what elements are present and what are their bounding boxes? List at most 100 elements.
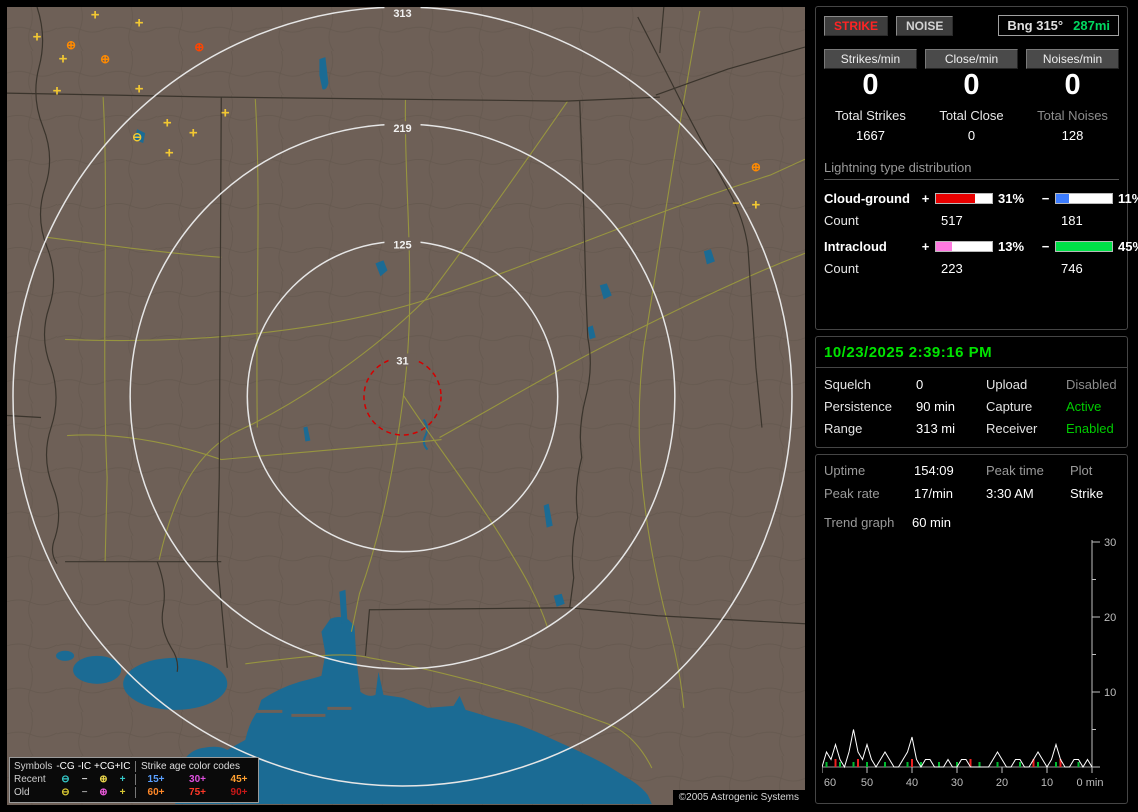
receiver-label: Receiver [986,421,1066,436]
map-canvas: 313 219 125 31 ++++⊕⊕⊕++++⊖++⊕+− [7,7,805,805]
legend-old-label: Old [14,787,56,798]
cg-plus-count: 517 [935,213,993,228]
ic-minus-count: 746 [1055,261,1113,276]
uptime-label: Uptime [824,463,914,478]
legend-col-ic-minus: -IC [75,761,94,772]
ring-label-125: 125 [393,239,411,251]
legend-col-cg-plus: +CG [94,761,113,772]
x-tick-20: 20 [996,777,1008,789]
ring-label-31: 31 [396,355,408,367]
cg-minus-bar [1055,193,1113,204]
trend-graph-canvas: 30 20 10 60 50 40 30 20 10 0 min [822,536,1124,798]
age-30: 30+ [183,774,213,785]
noises-per-min-value: 0 [1026,70,1119,102]
strikes-per-min-counter: Strikes/min 0 [824,49,917,102]
total-noises-label: Total Noises [1026,108,1119,123]
cg-plus-sign: + [919,191,932,206]
distribution-title: Lightning type distribution [824,160,1119,180]
upload-value: Disabled [1066,377,1119,392]
strikes-per-min-button[interactable]: Strikes/min [824,49,917,69]
strike-symbol: ⊕ [751,160,761,174]
peak-rate-label: Peak rate [824,486,914,501]
strike-symbol: ⊕ [100,52,110,66]
receiver-value: Enabled [1066,421,1119,436]
intracloud-count-row: Count 223 746 [824,261,1119,276]
strikes-per-min-value: 0 [824,70,917,102]
y-tick-30: 30 [1104,537,1116,549]
old-cg-plus-icon: ⊕ [94,787,113,798]
total-strikes-value: 1667 [824,128,917,143]
trend-graph-header: Trend graph 60 min [822,515,1123,530]
intracloud-label: Intracloud [824,239,916,254]
strike-symbol: + [752,197,761,214]
plot-label: Plot [1070,463,1123,478]
trend-graph-label: Trend graph [824,515,894,530]
legend-symbols-header: Symbols [14,761,56,772]
recent-ic-minus-icon: − [75,774,94,785]
bearing-label: Bng 315° [1007,18,1063,33]
trend-graph: 30 20 10 60 50 40 30 20 10 0 min [822,536,1123,801]
noises-per-min-counter: Noises/min 0 [1026,49,1119,102]
noises-per-min-button[interactable]: Noises/min [1026,49,1119,69]
total-strikes-label: Total Strikes [824,108,917,123]
close-per-min-value: 0 [925,70,1018,102]
x-tick-40: 40 [906,777,918,789]
cloud-ground-label: Cloud-ground [824,191,916,206]
old-ic-plus-icon: + [113,787,132,798]
total-strikes: Total Strikes 1667 [824,108,917,143]
ring-label-219: 219 [393,123,411,135]
x-tick-50: 50 [861,777,873,789]
age-75: 75+ [183,787,213,798]
lightning-map[interactable]: 313 219 125 31 ++++⊕⊕⊕++++⊖++⊕+− Symbols… [7,7,805,805]
trend-strike-marks [827,759,1079,767]
peak-time-value: 3:30 AM [986,486,1070,501]
trend-panel: Uptime 154:09 Peak time Plot Peak rate 1… [815,454,1128,804]
old-ic-minus-icon: − [75,787,94,798]
cg-plus-percent: 31% [996,191,1036,206]
old-cg-minus-icon: ⊖ [56,787,75,798]
age-15: 15+ [141,774,171,785]
cg-plus-bar [935,193,993,204]
trend-window-value: 60 min [912,515,951,530]
recent-ic-plus-icon: + [113,774,132,785]
strike-symbol: + [165,145,174,162]
datetime-display: 10/23/2025 2:39:16 PM [816,337,1127,368]
legend-col-cg-minus: -CG [56,761,75,772]
axis-labels: 30 20 10 60 50 40 30 20 10 0 min [824,537,1116,789]
bearing-distance: 287mi [1073,18,1110,33]
ring-label-313: 313 [393,8,411,20]
x-tick-60: 60 [824,777,836,789]
counters-panel: STRIKE NOISE Bng 315° 287mi Strikes/min … [815,6,1128,330]
strike-symbol: + [135,15,144,32]
strike-symbol: + [91,7,100,24]
age-90: 90+ [224,787,254,798]
total-close-value: 0 [925,128,1018,143]
strike-symbol: + [135,81,144,98]
strike-symbol: + [33,29,42,46]
ic-minus-percent: 45% [1116,239,1138,254]
cloud-ground-row: Cloud-ground + 31% − 11% [824,191,1119,206]
cg-minus-percent: 11% [1116,191,1138,206]
total-noises: Total Noises 128 [1026,108,1119,143]
status-panel: STRIKE NOISE Bng 315° 287mi Strikes/min … [813,0,1133,812]
squelch-value: 0 [916,377,986,392]
capture-value: Active [1066,399,1119,414]
peak-time-label: Peak time [986,463,1070,478]
ic-count-label: Count [824,261,916,276]
x-tick-30: 30 [951,777,963,789]
close-per-min-button[interactable]: Close/min [925,49,1018,69]
strike-symbol: + [189,125,198,142]
map-legend: Symbols -CG -IC +CG +IC Strike age color… [9,757,259,803]
y-tick-10: 10 [1104,687,1116,699]
noise-toggle-button[interactable]: NOISE [896,16,953,36]
ic-minus-sign: − [1039,239,1052,254]
axis-ticks [822,542,1100,773]
squelch-label: Squelch [824,377,916,392]
recent-cg-plus-icon: ⊕ [94,774,113,785]
age-60: 60+ [141,787,171,798]
ic-plus-percent: 13% [996,239,1036,254]
strike-toggle-button[interactable]: STRIKE [824,16,888,36]
strike-symbol: + [59,51,68,68]
strike-symbol: + [53,83,62,100]
ic-plus-count: 223 [935,261,993,276]
